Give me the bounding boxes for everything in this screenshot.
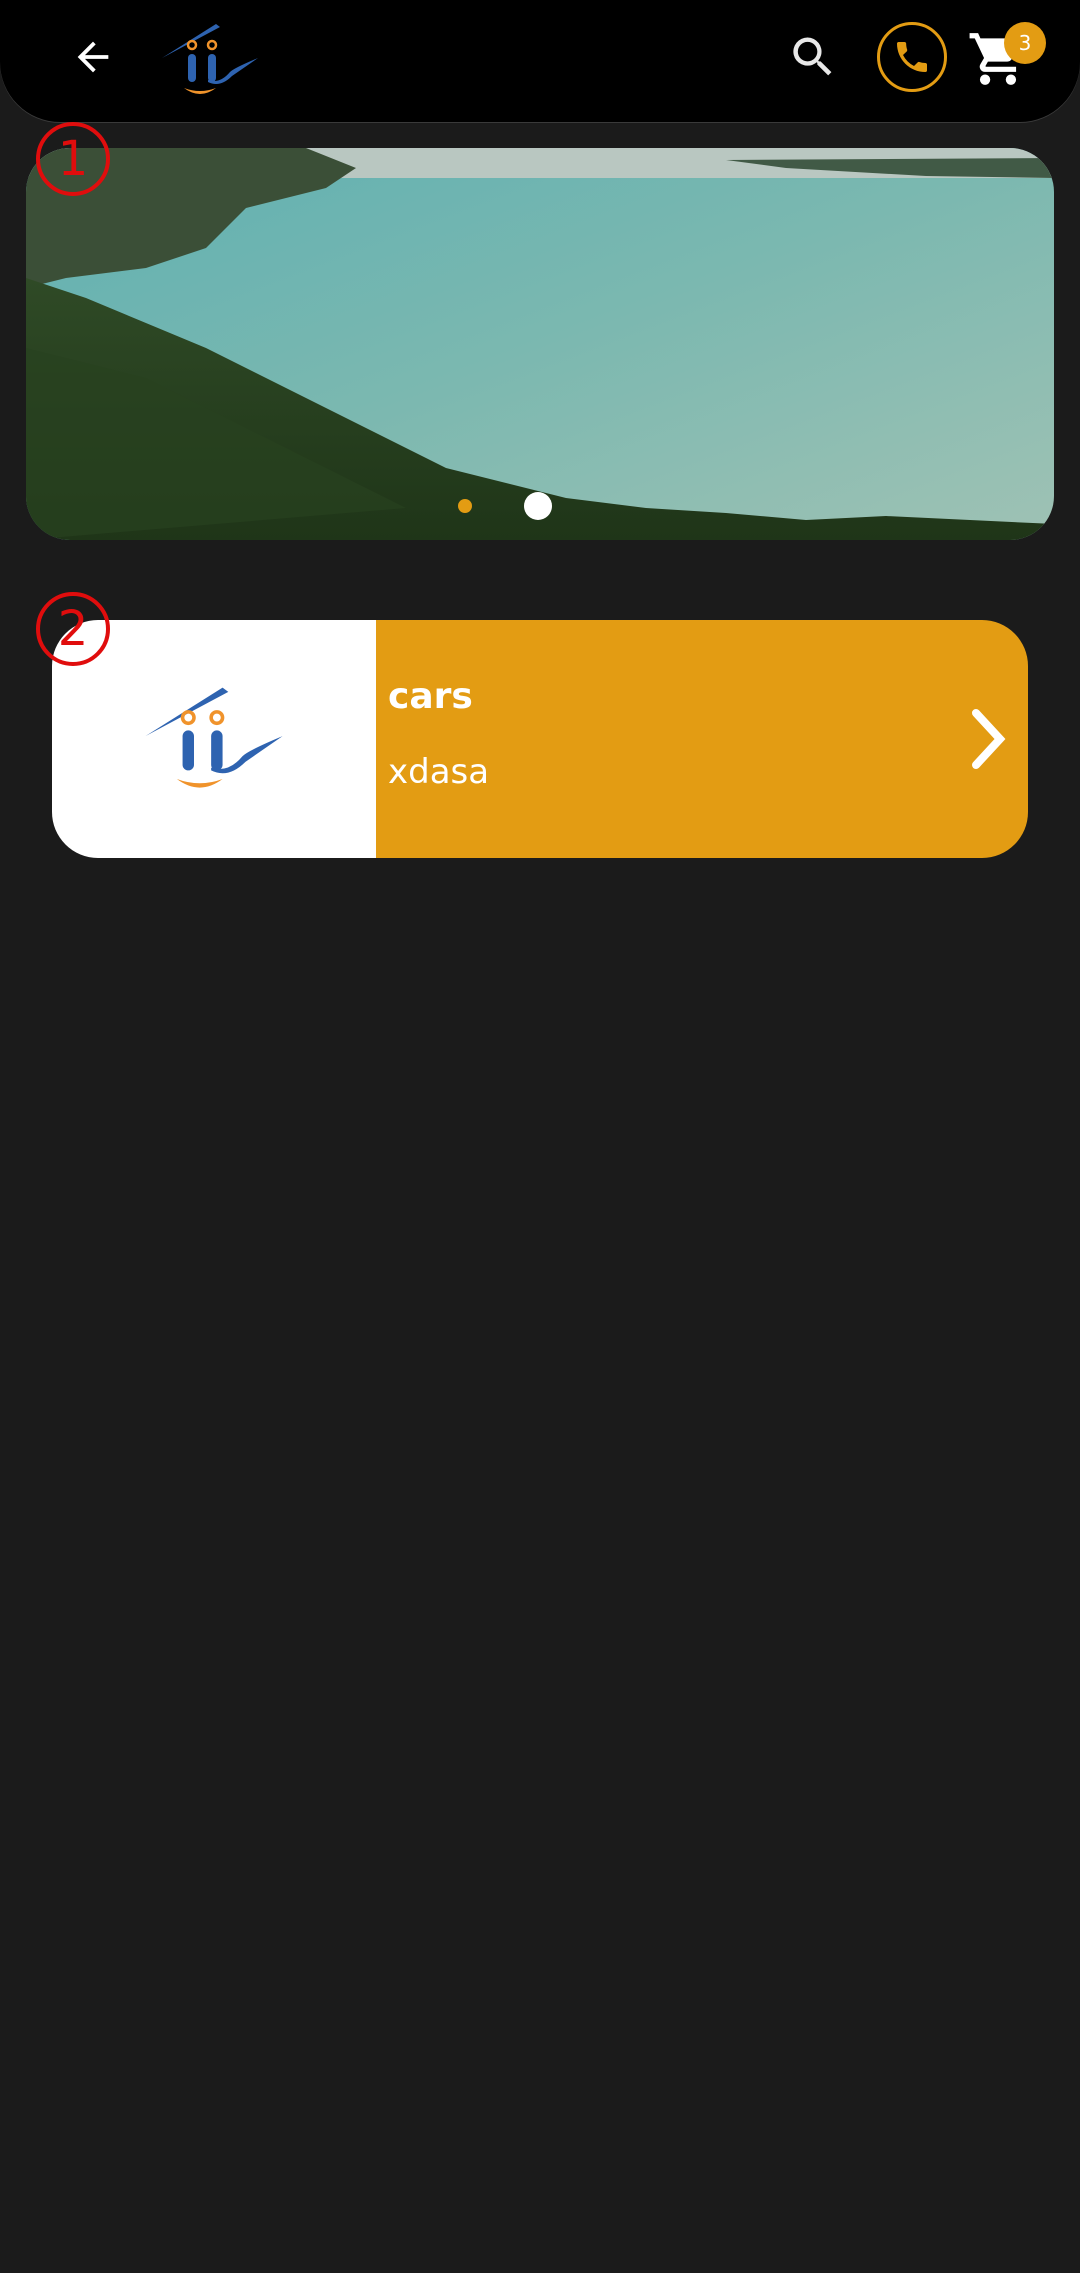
back-button[interactable] [58,22,128,92]
cart-count-badge: 3 [1004,22,1046,64]
category-subtitle: xdasa [388,752,490,792]
phone-icon [897,42,927,72]
banner-image [26,148,1054,540]
category-image [52,620,376,858]
banner-carousel[interactable] [26,148,1054,540]
carousel-dot-1[interactable] [458,499,472,513]
search-button[interactable] [778,22,848,92]
app-logo[interactable] [160,18,260,102]
category-info: cars xdasa [376,620,1028,858]
app-logo [145,687,283,788]
annotation-marker-1: 1 [36,122,110,196]
category-card[interactable]: cars xdasa [52,620,1028,858]
arrow-left-icon [77,41,109,73]
top-app-bar: 3 [0,0,1080,122]
chevron-right-icon [972,709,1006,769]
cart-button[interactable]: 3 [967,22,1047,92]
annotation-marker-2: 2 [36,592,110,666]
call-button[interactable] [877,22,947,92]
open-category-button[interactable] [958,704,1018,774]
carousel-dot-2-active[interactable] [524,492,552,520]
category-title: cars [388,676,473,717]
carousel-indicator [26,492,1054,520]
search-icon [793,37,832,76]
